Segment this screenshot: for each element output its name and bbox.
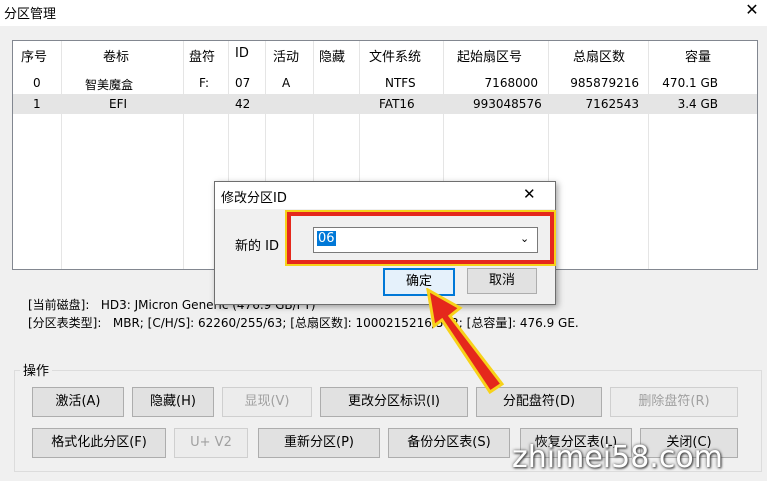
cell-drive: F:: [199, 76, 210, 90]
cell-size: 470.1 GB: [662, 76, 718, 90]
watermark: zhimei58.com: [512, 440, 723, 475]
window-title: 分区管理: [4, 7, 57, 22]
dialog-title-bar: 修改分区ID ✕: [215, 182, 555, 209]
u-v2-button[interactable]: U+ V2: [174, 428, 248, 458]
repartition-button[interactable]: 重新分区(P): [258, 428, 380, 458]
cell-fs: NTFS: [385, 76, 416, 90]
col-header-drive[interactable]: 盘符: [189, 46, 215, 65]
col-header-active[interactable]: 活动: [273, 46, 299, 65]
table-row-selected[interactable]: 1 EFI 42 FAT16 993048576 7162543 3.4 GB: [13, 94, 757, 114]
cell-index: 1: [33, 97, 41, 111]
operations-label: 操作: [20, 360, 53, 379]
highlight-box: [287, 212, 554, 264]
cell-start: 7168000: [484, 76, 538, 90]
cell-total: 985879216: [570, 76, 639, 90]
partition-type-label: [分区表类型]:: [28, 316, 102, 330]
cell-id: 42: [235, 97, 251, 111]
activate-button[interactable]: 激活(A): [32, 387, 124, 417]
format-partition-button[interactable]: 格式化此分区(F): [32, 428, 166, 458]
remove-drive-letter-button[interactable]: 删除盘符(R): [610, 387, 738, 417]
backup-partition-table-button[interactable]: 备份分区表(S): [388, 428, 510, 458]
dialog-title: 修改分区ID: [221, 191, 287, 206]
cell-start: 993048576: [473, 97, 542, 111]
dialog-close-icon[interactable]: ✕: [523, 185, 536, 203]
cell-fs: FAT16: [379, 97, 415, 111]
cell-size: 3.4 GB: [677, 97, 718, 111]
cell-id: 07: [235, 76, 251, 90]
title-bar: 分区管理 ✕: [0, 0, 767, 26]
table-row[interactable]: 0 智美魔盒 F: 07 A NTFS 7168000 985879216 47…: [13, 73, 757, 93]
col-header-id[interactable]: ID: [235, 46, 249, 61]
annotation-arrow-icon: [426, 288, 505, 395]
hide-button[interactable]: 隐藏(H): [132, 387, 214, 417]
cell-label: 智美魔盒: [85, 78, 134, 92]
cell-index: 0: [33, 76, 41, 90]
col-header-size[interactable]: 容量: [685, 46, 711, 65]
show-button[interactable]: 显现(V): [222, 387, 312, 417]
col-header-fs[interactable]: 文件系统: [369, 46, 421, 65]
col-header-index[interactable]: 序号: [21, 46, 47, 65]
new-id-label: 新的 ID: [235, 239, 279, 254]
cell-active: A: [282, 76, 291, 90]
cell-label: EFI: [109, 97, 128, 111]
col-header-start[interactable]: 起始扇区号: [457, 46, 522, 65]
col-header-hidden[interactable]: 隐藏: [319, 46, 345, 65]
close-icon[interactable]: ✕: [742, 0, 762, 19]
col-header-label[interactable]: 卷标: [103, 46, 129, 65]
disk-label: [当前磁盘]:: [28, 298, 90, 312]
cell-total: 7162543: [585, 97, 639, 111]
col-header-total[interactable]: 总扇区数: [573, 46, 625, 65]
